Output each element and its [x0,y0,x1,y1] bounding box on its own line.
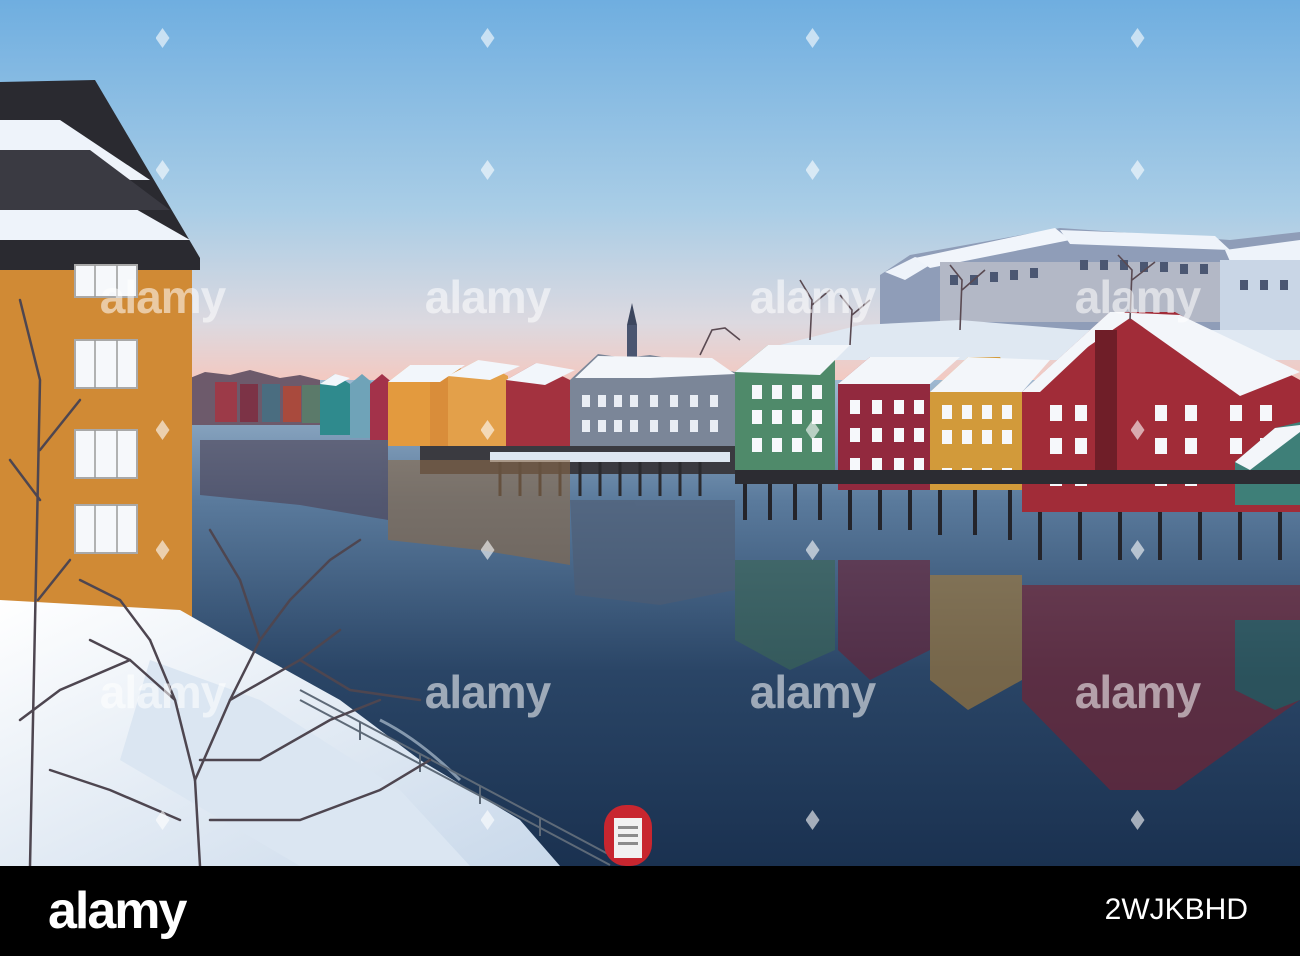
image-id: 2WJKBHD [1104,893,1248,926]
photo: alamy alamy alamy alamy alamy alamy alam… [0,0,1300,866]
green-house [735,345,850,470]
footer-logo[interactable]: alamy [48,881,187,941]
life-buoy-icon [604,805,652,866]
river-scene [0,0,1300,866]
grey-wharf-houses [570,354,735,458]
footer-bar: alamy 2WJKBHD [0,866,1300,956]
